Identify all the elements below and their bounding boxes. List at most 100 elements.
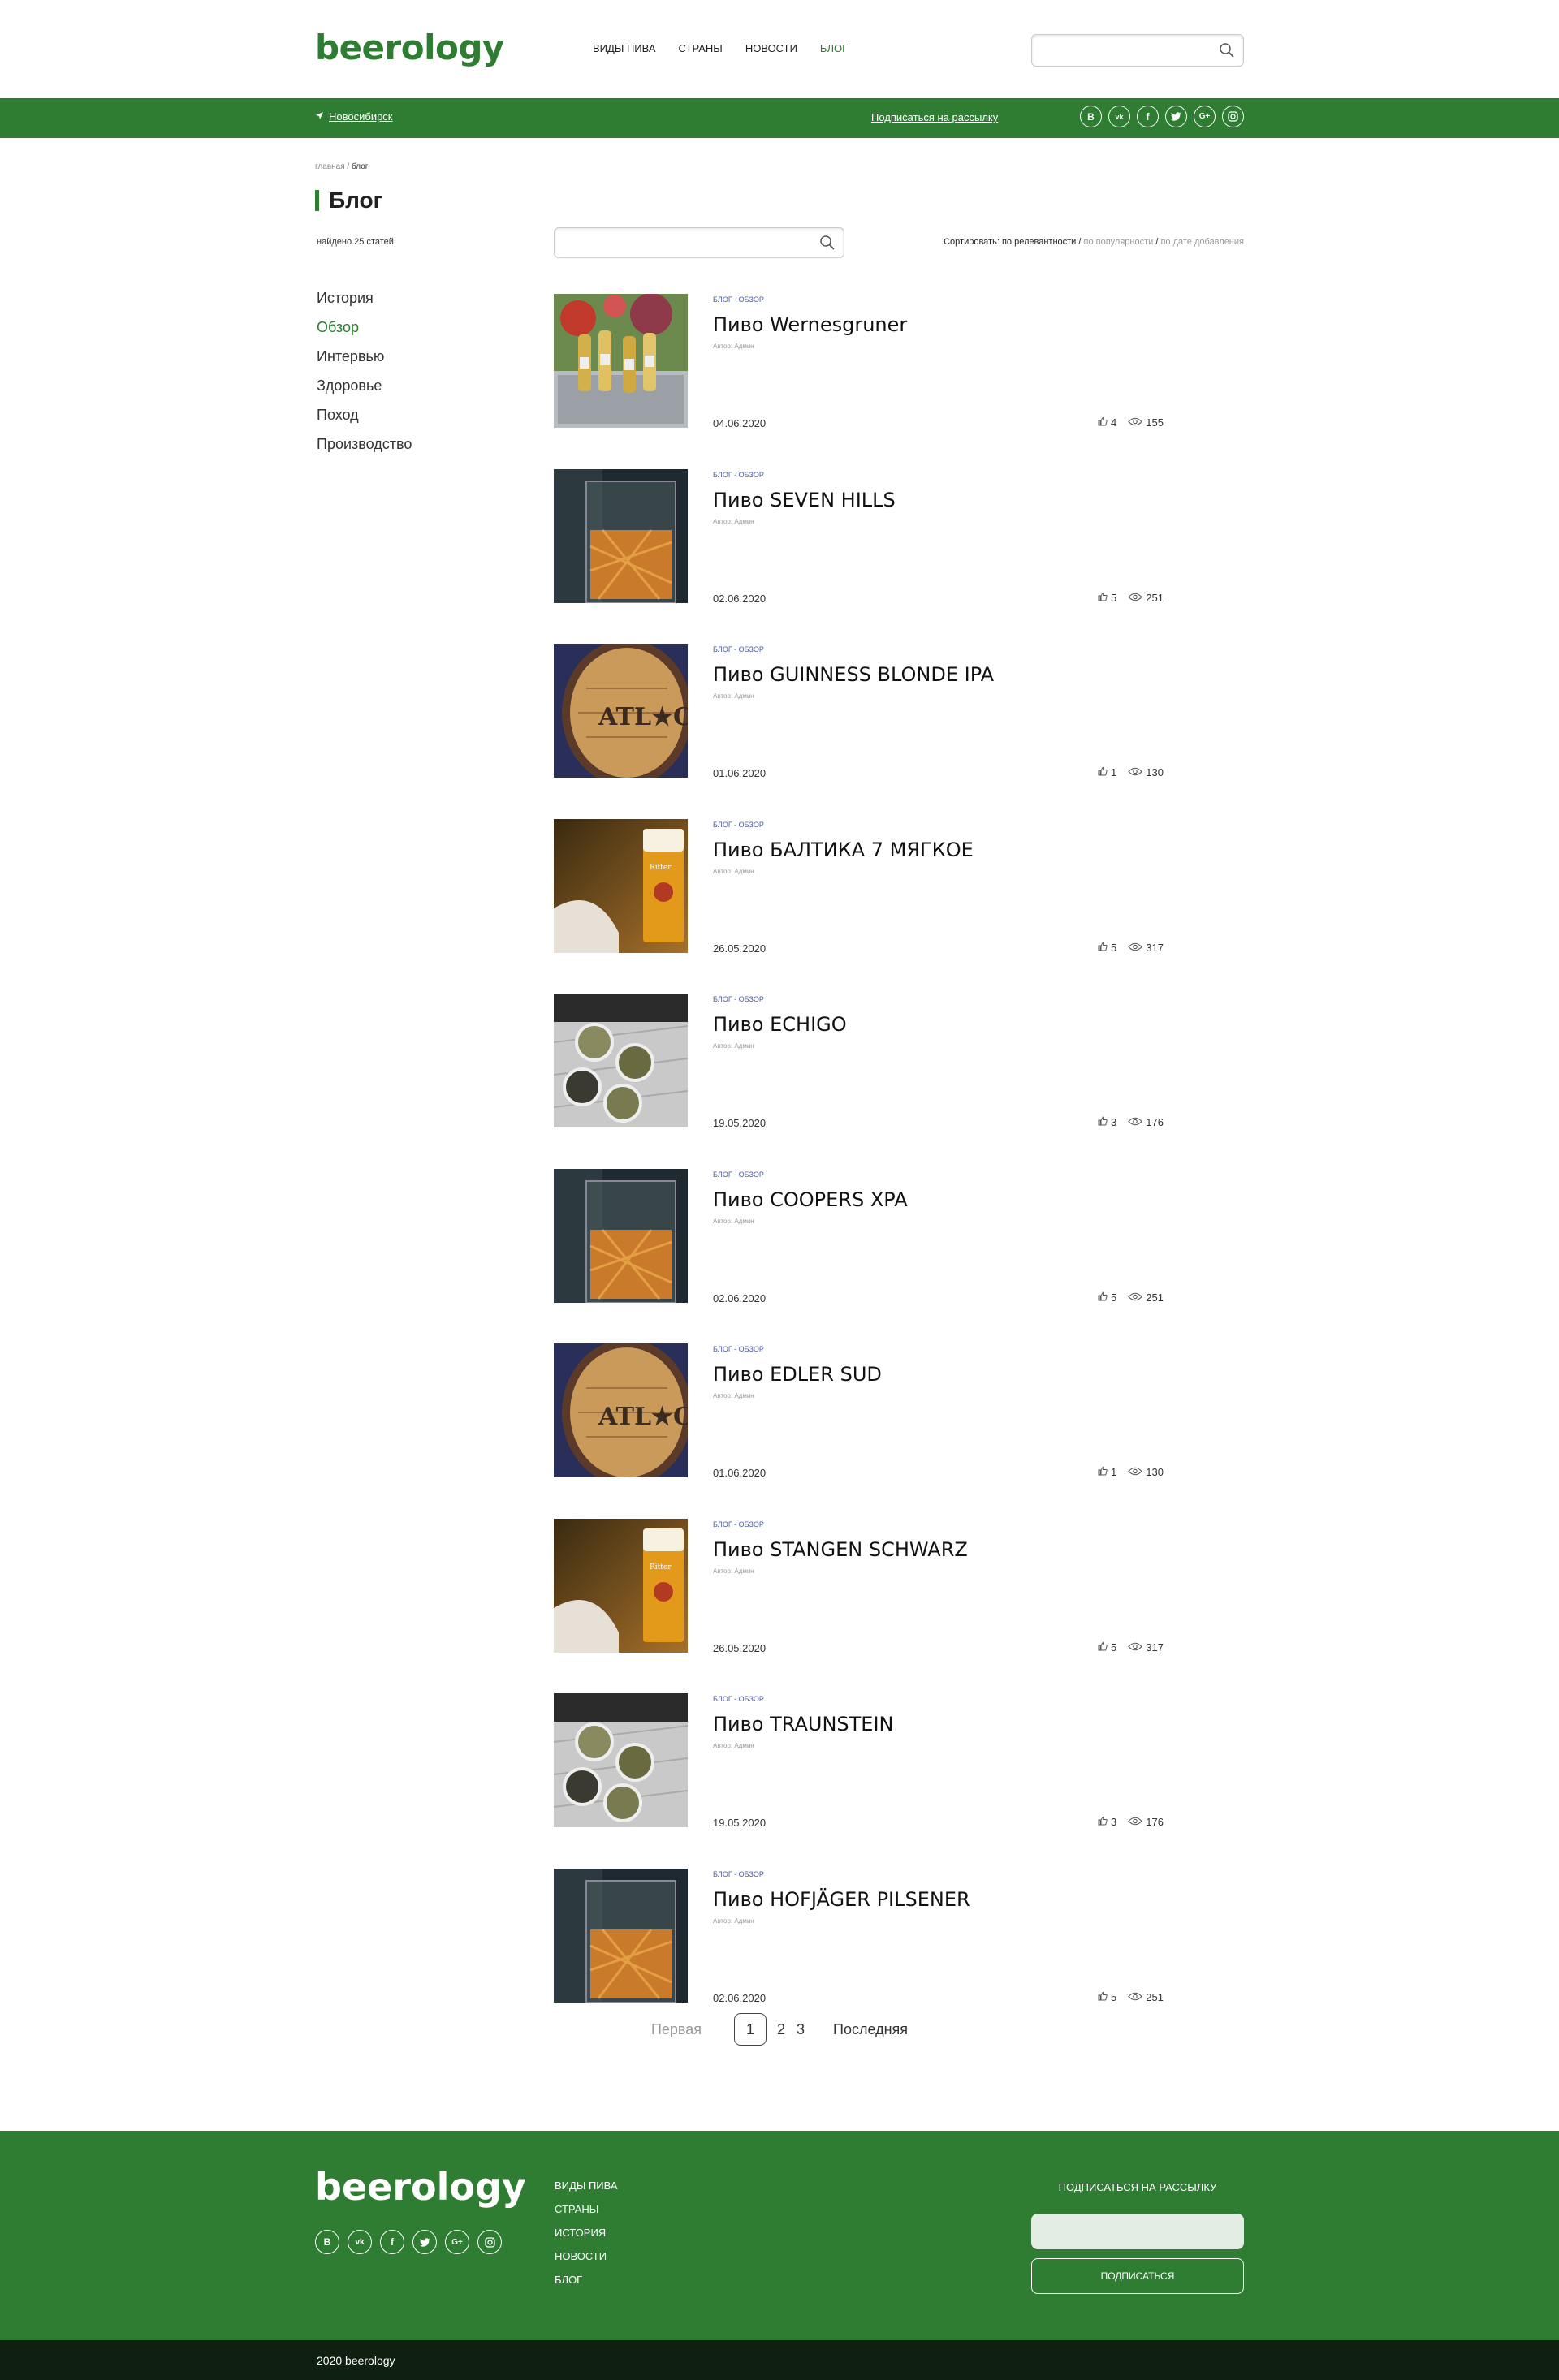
sort-date[interactable]: по дате добавления [1160,237,1244,247]
footer-logo[interactable]: beerology [315,2165,526,2209]
footer-link-beer-types[interactable]: ВИДЫ ПИВА [555,2180,618,2192]
post-likes[interactable]: 3 [1098,1116,1116,1128]
post-thumbnail[interactable] [554,1693,688,1827]
category-history[interactable]: История [317,289,412,308]
pager-first[interactable]: Первая [651,2021,702,2038]
post-title[interactable]: Пиво GUINNESS BLONDE IPA [713,663,994,686]
pager-page-3[interactable]: 3 [791,2013,810,2046]
site-logo[interactable]: beerology [315,28,504,67]
city-selector[interactable]: Новосибирск [315,110,393,123]
footer-subscribe-button[interactable]: ПОДПИСАТЬСЯ [1031,2258,1244,2294]
post-author: Автор: Админ [713,1042,754,1050]
nav-blog[interactable]: БЛОГ [820,42,848,54]
pager-page-1[interactable]: 1 [734,2013,767,2046]
search-icon[interactable] [1217,41,1237,60]
post-thumbnail[interactable] [554,1168,688,1303]
category-list: История Обзор Интервью Здоровье Поход Пр… [317,289,412,464]
nav-countries[interactable]: СТРАНЫ [679,42,723,54]
category-interview[interactable]: Интервью [317,347,412,366]
vk-icon[interactable]: vk [348,2230,372,2254]
post-category[interactable]: БЛОГ - ОБЗОР [713,1171,764,1179]
post-likes[interactable]: 5 [1098,1291,1116,1304]
post-title[interactable]: Пиво Wernesgruner [713,313,907,336]
post-likes[interactable]: 5 [1098,942,1116,954]
post-category[interactable]: БЛОГ - ОБЗОР [713,1870,764,1878]
post-title[interactable]: Пиво SEVEN HILLS [713,489,896,511]
post-category[interactable]: БЛОГ - ОБЗОР [713,645,764,653]
post-title[interactable]: Пиво ECHIGO [713,1013,847,1036]
post-thumbnail[interactable] [554,468,688,603]
instagram-icon[interactable] [1222,106,1244,127]
vkontakte-b-icon[interactable]: B [1080,106,1102,127]
views-count: 317 [1146,941,1164,954]
footer-link-news[interactable]: НОВОСТИ [555,2250,618,2262]
post-thumbnail[interactable] [554,994,688,1127]
post-author: Автор: Админ [713,517,754,525]
nav-beer-types[interactable]: ВИДЫ ПИВА [593,42,656,54]
post-title[interactable]: Пиво COOPERS XPA [713,1188,908,1211]
likes-count: 1 [1111,766,1117,778]
post-thumbnail[interactable]: ATL★CA [554,644,688,778]
post-category[interactable]: БЛОГ - ОБЗОР [713,821,764,829]
category-production[interactable]: Производство [317,435,412,454]
vkontakte-b-icon[interactable]: B [315,2230,339,2254]
sort-popularity[interactable]: по популярности [1084,237,1154,247]
post-likes[interactable]: 5 [1098,1991,1116,2003]
facebook-icon[interactable]: f [380,2230,404,2254]
footer-link-blog[interactable]: БЛОГ [555,2274,618,2286]
post-likes[interactable]: 1 [1098,1466,1116,1478]
google-plus-icon[interactable]: G+ [445,2230,469,2254]
twitter-icon[interactable] [412,2230,437,2254]
post-title[interactable]: Пиво EDLER SUD [713,1363,882,1386]
nav-news[interactable]: НОВОСТИ [745,42,797,54]
facebook-icon[interactable]: f [1137,106,1159,127]
instagram-icon[interactable] [477,2230,502,2254]
post-likes[interactable]: 4 [1098,416,1116,429]
post-likes[interactable]: 1 [1098,766,1116,778]
footer-link-countries[interactable]: СТРАНЫ [555,2203,618,2215]
page-title: Блог [315,189,382,212]
post-category[interactable]: БЛОГ - ОБЗОР [713,1520,764,1528]
blog-search-input[interactable] [555,228,844,257]
post-likes[interactable]: 5 [1098,592,1116,604]
category-review[interactable]: Обзор [317,318,412,337]
post-thumbnail[interactable]: Ritter [554,1518,688,1653]
post-category[interactable]: БЛОГ - ОБЗОР [713,1345,764,1353]
footer-email-input[interactable] [1031,2214,1244,2249]
post-thumbnail[interactable] [554,294,688,428]
category-health[interactable]: Здоровье [317,377,412,395]
breadcrumb-home[interactable]: главная [315,162,345,171]
post-likes[interactable]: 5 [1098,1641,1116,1653]
post-category[interactable]: БЛОГ - ОБЗОР [713,471,764,479]
post-stats: 5 317 [1098,1641,1179,1653]
post-title[interactable]: Пиво БАЛТИКА 7 МЯГКОЕ [713,839,974,861]
post-title[interactable]: Пиво TRAUNSTEIN [713,1713,894,1735]
vk-icon[interactable]: vk [1108,106,1130,127]
post-category[interactable]: БЛОГ - ОБЗОР [713,1695,764,1703]
subscribe-link[interactable]: Подписаться на рассылку [871,111,998,123]
post-title[interactable]: Пиво STANGEN SCHWARZ [713,1538,968,1561]
pager-last[interactable]: Последняя [833,2021,908,2038]
likes-count: 5 [1111,941,1117,954]
blog-post-card: ATL★CA БЛОГ - ОБЗОР Пиво GUINNESS BLONDE… [554,644,1179,819]
twitter-icon[interactable] [1165,106,1187,127]
eye-icon [1128,766,1142,778]
pager-page-2[interactable]: 2 [771,2013,791,2046]
blog-post-card: БЛОГ - ОБЗОР Пиво TRAUNSTEIN Автор: Адми… [554,1693,1179,1869]
post-stats: 1 130 [1098,766,1179,778]
sort-relevance[interactable]: по релевантности [1002,237,1076,247]
header-search-input[interactable] [1032,35,1243,66]
post-category[interactable]: БЛОГ - ОБЗОР [713,995,764,1003]
post-thumbnail[interactable] [554,1868,688,2003]
google-plus-icon[interactable]: G+ [1194,106,1216,127]
post-list: БЛОГ - ОБЗОР Пиво Wernesgruner Автор: Ад… [554,294,1179,2043]
post-category[interactable]: БЛОГ - ОБЗОР [713,295,764,304]
post-views: 317 [1128,942,1164,954]
footer-link-history[interactable]: ИСТОРИЯ [555,2227,618,2239]
post-likes[interactable]: 3 [1098,1816,1116,1828]
post-title[interactable]: Пиво HOFJÄGER PILSENER [713,1888,970,1911]
search-icon[interactable] [818,233,837,252]
category-hike[interactable]: Поход [317,406,412,425]
post-thumbnail[interactable]: ATL★CA [554,1343,688,1477]
post-thumbnail[interactable]: Ritter [554,818,688,953]
